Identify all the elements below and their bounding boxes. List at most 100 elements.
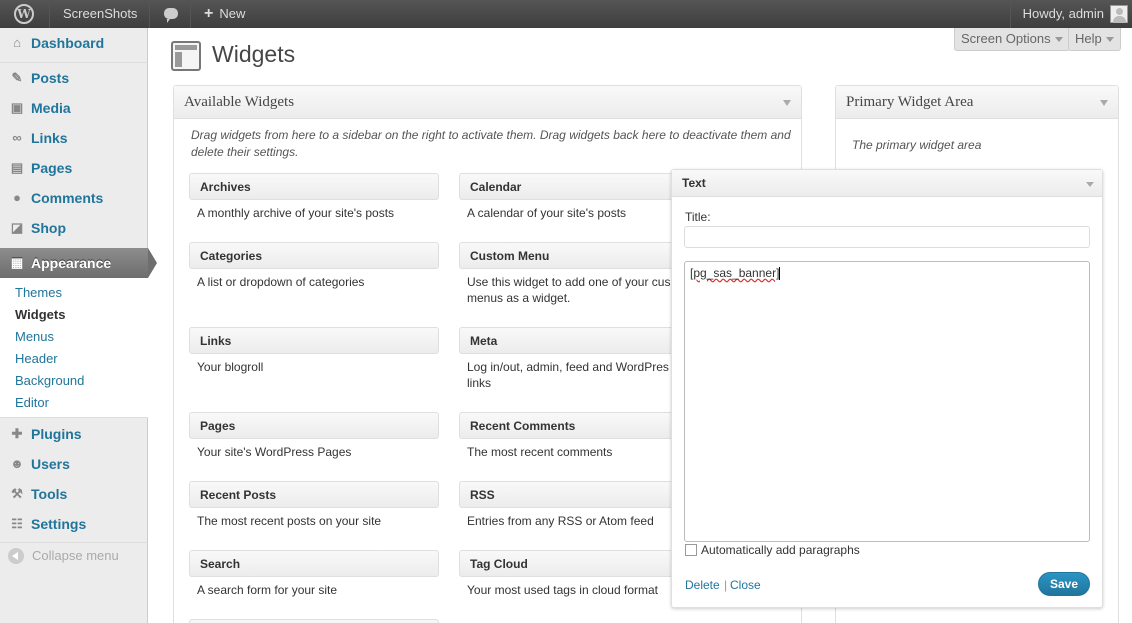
wordpress-logo-button[interactable]: W [0, 0, 50, 28]
settings-icon: ☷ [11, 516, 23, 531]
menu-label: Settings [31, 516, 87, 532]
link-separator: | [724, 578, 728, 592]
toggle-arrow-icon[interactable] [783, 100, 791, 106]
widget-description: A search form for your site [197, 583, 338, 597]
help-button[interactable]: Help [1068, 28, 1121, 51]
delete-link[interactable]: Delete [685, 578, 720, 592]
link-icon: ∞ [12, 130, 22, 145]
account-menu[interactable]: Howdy, admin [1009, 0, 1132, 28]
collapse-arrow-icon [8, 548, 24, 564]
comment-icon: ● [13, 190, 21, 205]
available-widgets-header[interactable]: Available Widgets [174, 86, 801, 119]
title-input[interactable] [684, 226, 1090, 248]
widget-description: A monthly archive of your site's posts [197, 206, 395, 220]
chevron-down-icon [1054, 37, 1063, 42]
pages-icon: ▤ [10, 160, 24, 175]
widget-title[interactable] [189, 619, 439, 623]
widget-title[interactable]: Links [189, 327, 439, 354]
submenu-themes[interactable]: Themes [15, 282, 62, 304]
primary-widget-area-header[interactable]: Primary Widget Area [836, 86, 1118, 119]
widget-description: The most recent posts on your site [197, 514, 382, 528]
site-name-link[interactable]: ScreenShots [51, 0, 151, 28]
widget-next-partial[interactable] [189, 619, 439, 623]
screen-options-label: Screen Options [961, 31, 1051, 46]
dashboard-icon: ⌂ [13, 35, 21, 50]
tools-icon: ⚒ [11, 486, 23, 501]
widget-search[interactable]: Search A search form for your site [189, 550, 439, 598]
screen-options-button[interactable]: Screen Options [954, 28, 1070, 51]
avatar [1110, 5, 1128, 23]
new-content-button[interactable]: + New [192, 0, 257, 28]
menu-appearance[interactable]: ▦ Appearance [0, 248, 157, 278]
text-widget-editor[interactable]: Text Title: [pg_sas_banner] Automaticall… [671, 169, 1103, 608]
menu-tools[interactable]: ⚒ Tools [0, 479, 148, 509]
widget-description: Your blogroll [197, 360, 264, 374]
toggle-arrow-icon[interactable] [1100, 100, 1108, 106]
available-widgets-title: Available Widgets [184, 94, 295, 110]
widget-title[interactable]: Archives [189, 173, 439, 200]
admin-bar: W ScreenShots + New Howdy, admin [0, 0, 1132, 28]
appearance-icon: ▦ [10, 255, 24, 270]
menu-shop[interactable]: ◪ Shop [0, 213, 148, 243]
text-widget-title: Text [682, 176, 706, 190]
text-content-value: [pg_sas_banner] [690, 266, 780, 280]
submenu-widgets[interactable]: Widgets [15, 304, 65, 326]
menu-label: Links [31, 130, 68, 146]
submenu-menus[interactable]: Menus [15, 326, 54, 348]
widget-categories[interactable]: Categories A list or dropdown of categor… [189, 242, 439, 290]
collapse-label: Collapse menu [32, 548, 119, 563]
collapse-menu-button[interactable]: Collapse menu [8, 546, 119, 566]
menu-posts[interactable]: ✎ Posts [0, 63, 148, 93]
widget-title[interactable]: Pages [189, 412, 439, 439]
primary-widget-area-description: The primary widget area [852, 138, 982, 152]
menu-media[interactable]: ▣ Media [0, 93, 148, 123]
menu-settings[interactable]: ☷ Settings [0, 509, 148, 539]
widget-title[interactable]: Categories [189, 242, 439, 269]
text-widget-header[interactable]: Text [672, 170, 1102, 197]
pin-icon: ✎ [11, 70, 23, 85]
widget-title[interactable]: Search [189, 550, 439, 577]
comment-bubble-icon [164, 8, 178, 23]
menu-dashboard[interactable]: ⌂ Dashboard [0, 28, 148, 58]
available-widgets-description: Drag widgets from here to a sidebar on t… [191, 128, 791, 159]
auto-paragraphs-checkbox[interactable] [685, 544, 697, 556]
widget-description: Use this widget to add one of your cus m… [467, 275, 671, 305]
menu-label: Shop [31, 220, 66, 236]
text-content-textarea[interactable]: [pg_sas_banner] [684, 261, 1090, 542]
help-label: Help [1075, 31, 1102, 46]
menu-users[interactable]: ☻ Users [0, 449, 148, 479]
menu-label: Dashboard [31, 35, 105, 51]
title-field-label: Title: [685, 210, 711, 224]
page-title: Widgets [212, 41, 296, 67]
widget-title[interactable]: Recent Posts [189, 481, 439, 508]
users-icon: ☻ [10, 456, 24, 471]
submenu-background[interactable]: Background [15, 370, 84, 392]
menu-links[interactable]: ∞ Links [0, 123, 148, 153]
plus-icon: + [204, 5, 214, 22]
close-link[interactable]: Close [730, 578, 761, 592]
menu-comments[interactable]: ● Comments [0, 183, 148, 213]
menu-pages[interactable]: ▤ Pages [0, 153, 148, 183]
plugin-icon: ✚ [11, 426, 23, 441]
toggle-arrow-icon[interactable] [1086, 182, 1094, 187]
menu-label: Users [31, 456, 70, 472]
menu-label: Pages [31, 160, 73, 176]
auto-paragraphs-label[interactable]: Automatically add paragraphs [701, 543, 860, 557]
menu-label: Tools [31, 486, 68, 502]
text-caret [779, 267, 781, 281]
widget-pages[interactable]: Pages Your site's WordPress Pages [189, 412, 439, 460]
submenu-editor[interactable]: Editor [15, 392, 49, 414]
menu-label: Posts [31, 70, 70, 86]
comments-button[interactable] [151, 0, 191, 28]
save-button[interactable]: Save [1038, 572, 1090, 596]
widget-archives[interactable]: Archives A monthly archive of your site'… [189, 173, 439, 221]
widget-description: Your site's WordPress Pages [197, 445, 352, 459]
appearance-submenu: Themes Widgets Menus Header Background E… [0, 278, 148, 418]
widget-recent-posts[interactable]: Recent Posts The most recent posts on yo… [189, 481, 439, 529]
submenu-header[interactable]: Header [15, 348, 58, 370]
widget-links[interactable]: Links Your blogroll [189, 327, 439, 375]
widgets-page-icon [171, 41, 201, 71]
menu-label: Appearance [31, 255, 112, 271]
shop-icon: ◪ [10, 220, 24, 235]
menu-plugins[interactable]: ✚ Plugins [0, 419, 148, 449]
